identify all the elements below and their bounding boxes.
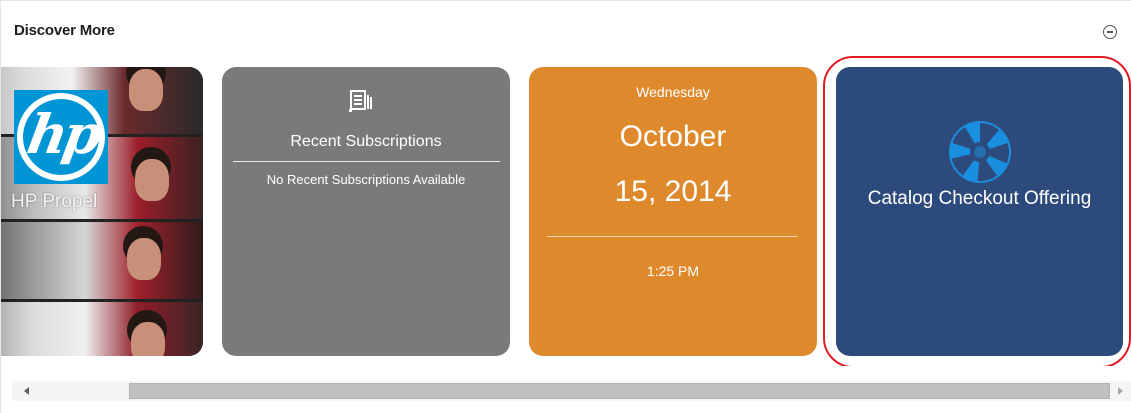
recent-subscriptions-tile[interactable]: Recent Subscriptions No Recent Subscript… (222, 67, 510, 356)
scrollbar-thumb[interactable] (129, 383, 1110, 399)
tile-photo (1, 222, 203, 302)
tiles-carousel: hp HP Propel Recent Subscriptions No Rec… (1, 56, 1131, 366)
divider (547, 236, 798, 237)
date-month: October (619, 120, 727, 153)
panel-title: Discover More (14, 22, 115, 39)
scroll-left-arrow-icon[interactable] (24, 387, 29, 395)
subscriptions-empty-message: No Recent Subscriptions Available (266, 172, 466, 187)
subscriptions-document-icon (349, 90, 372, 112)
date-tile: Wednesday October 15, 2014 1:25 PM (529, 67, 817, 356)
hp-propel-tile[interactable]: hp HP Propel (1, 67, 203, 356)
catalog-checkout-label: Catalog Checkout Offering (867, 188, 1092, 209)
divider (233, 161, 500, 162)
date-time: 1:25 PM (646, 263, 700, 279)
swirl-logo-icon (949, 121, 1011, 183)
collapse-icon[interactable] (1103, 25, 1117, 39)
scroll-right-arrow-icon[interactable] (1118, 387, 1123, 395)
horizontal-scrollbar[interactable] (12, 381, 1131, 401)
hp-logo: hp (14, 90, 108, 184)
subscriptions-title: Recent Subscriptions (290, 133, 442, 150)
hp-propel-caption: HP Propel (11, 191, 98, 212)
tile-photo (1, 302, 203, 356)
date-weekday: Wednesday (636, 84, 710, 100)
discover-more-panel: Discover More hp HP Propel Recent Subscr… (0, 0, 1131, 413)
catalog-checkout-offering-tile[interactable]: Catalog Checkout Offering (836, 67, 1123, 356)
date-day-year: 15, 2014 (614, 175, 732, 208)
